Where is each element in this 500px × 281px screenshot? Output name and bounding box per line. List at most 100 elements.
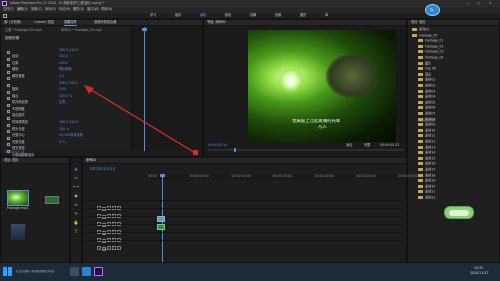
program-fit-dropdown[interactable]: 适合 xyxy=(346,143,352,148)
tab-lumetri-scopes[interactable]: Lumetri 范围 xyxy=(34,20,54,25)
project-item[interactable]: 素材04 xyxy=(418,95,435,99)
track-label[interactable]: A3 xyxy=(102,247,106,251)
menu-window[interactable]: 窗口(W) xyxy=(87,7,99,12)
menu-file[interactable]: 文件(F) xyxy=(3,7,14,12)
media-thumbnail-2[interactable] xyxy=(45,196,59,204)
effect-property-value[interactable]: 正常 xyxy=(59,101,65,105)
workspace-graphics[interactable]: 图形 xyxy=(300,14,306,18)
mute-icon[interactable] xyxy=(117,246,121,250)
home-icon[interactable] xyxy=(3,14,7,18)
task-view-icon[interactable] xyxy=(70,267,79,276)
project-item[interactable]: 图片 xyxy=(418,61,431,66)
effect-property-value[interactable]: 100.0 xyxy=(59,55,68,59)
timeline-ruler[interactable]: 00:00 00:00:05:00 00:00:10:00 00:00:15:00 00… xyxy=(148,174,417,180)
project-item[interactable]: Clip 06 xyxy=(418,67,436,71)
selection-tool-icon[interactable]: ▲ xyxy=(73,166,79,171)
effect-property-value[interactable]: 100 % xyxy=(59,127,69,132)
workspace-libraries[interactable]: 库 xyxy=(325,14,328,18)
project-item[interactable]: 序列01 xyxy=(412,28,429,32)
project-item[interactable]: 素材13 xyxy=(418,145,435,150)
effect-property-value[interactable]: 100.0 xyxy=(59,61,68,66)
effect-property-value[interactable]: 0.0 xyxy=(59,74,64,79)
project-item[interactable]: 音乐 xyxy=(418,72,431,77)
edge-icon[interactable] xyxy=(82,267,91,276)
project-item[interactable]: 素材20 xyxy=(418,184,435,189)
effect-property-value[interactable]: 等比缩放 xyxy=(59,68,72,72)
close-button[interactable]: ✕ xyxy=(489,1,492,6)
clip-v1[interactable] xyxy=(157,216,165,222)
tab-project[interactable]: 项目: 图片 xyxy=(411,20,426,25)
workspace-color[interactable]: 颜色 xyxy=(225,14,231,18)
project-item[interactable]: 素材01 xyxy=(418,78,435,82)
effect-property-value[interactable]: 360.0 240.0 xyxy=(59,121,78,125)
effect-property-value[interactable]: 360.0 240.0 xyxy=(59,48,78,53)
tab-media-bin[interactable]: 项目: 图片 xyxy=(4,158,19,163)
menu-edit[interactable]: 编辑(E) xyxy=(17,7,28,12)
project-item[interactable]: Footage_03 xyxy=(418,50,443,54)
menu-help[interactable]: 帮助(H) xyxy=(101,7,112,12)
maximize-button[interactable]: □ xyxy=(477,1,480,6)
project-item[interactable]: 素材08 xyxy=(418,117,436,122)
effect-property-value[interactable]: 100.0 % xyxy=(59,94,72,99)
project-item[interactable]: Footage_01 xyxy=(418,39,443,43)
project-item[interactable]: Footage_02 xyxy=(418,44,443,49)
eye-icon[interactable] xyxy=(112,246,116,250)
floating-browser-icon[interactable]: S xyxy=(425,4,440,16)
effect-property-value[interactable]: 0 % xyxy=(59,140,65,145)
project-item[interactable]: 素材16 xyxy=(418,162,435,166)
tab-program[interactable]: 节目: 序列01 xyxy=(207,20,226,25)
razor-tool-icon[interactable]: ◆ xyxy=(73,193,79,198)
ripple-edit-icon[interactable]: ⟷ xyxy=(73,184,79,189)
hand-tool-icon[interactable]: ✋ xyxy=(73,220,79,225)
menu-sequence[interactable]: 序列(S) xyxy=(45,7,56,12)
effect-timecode[interactable]: 00:00:03:14 xyxy=(5,150,24,155)
project-item[interactable]: 素材17 xyxy=(418,168,435,172)
program-scrubber[interactable] xyxy=(208,148,404,152)
project-item[interactable]: 素材10 xyxy=(418,128,435,133)
taskbar-search[interactable]: 在这里输入你要搜索的内容 xyxy=(16,270,66,276)
track-lock-icon[interactable] xyxy=(97,246,101,250)
windows-start-icon[interactable] xyxy=(3,267,12,276)
project-item[interactable]: 素材03 xyxy=(418,89,435,94)
premiere-taskbar-icon[interactable] xyxy=(94,267,103,276)
project-item[interactable]: 素材19 xyxy=(418,179,435,183)
tab-source[interactable]: 源: (无剪辑) xyxy=(4,20,21,25)
workspace-assembly[interactable]: 组件 xyxy=(175,14,181,18)
effect-property-value[interactable]: 360.0 240.0 xyxy=(59,81,78,86)
pen-tool-icon[interactable]: ✎ xyxy=(73,211,79,216)
menu-marker[interactable]: 标记(M) xyxy=(59,7,71,12)
type-tool-icon[interactable]: T xyxy=(73,229,79,234)
project-item[interactable]: 素材05 xyxy=(418,100,435,105)
workspace-learn[interactable]: 学习 xyxy=(150,14,156,18)
project-item[interactable]: 素材22 xyxy=(418,196,435,200)
timeline-playhead-handle[interactable] xyxy=(160,174,165,177)
playhead-handle[interactable] xyxy=(142,28,147,31)
project-item[interactable]: 素材21 xyxy=(418,190,435,194)
project-item[interactable]: 素材18 xyxy=(418,173,435,178)
media-thumbnail[interactable] xyxy=(7,190,29,206)
sync-lock-icon[interactable] xyxy=(107,246,111,250)
minimize-button[interactable]: — xyxy=(466,1,469,6)
menu-graphics[interactable]: 图形(G) xyxy=(73,7,84,12)
scrubber-playhead[interactable] xyxy=(234,148,236,152)
timeline-timecode[interactable]: 00:00:03:14 xyxy=(90,167,116,171)
project-item[interactable]: 素材11 xyxy=(418,134,435,138)
program-quality-dropdown[interactable]: 完整 xyxy=(364,143,370,148)
tab-audio-mixer[interactable]: 音频剪辑混合器 xyxy=(94,20,116,25)
tab-effect-controls[interactable]: 效果控件 xyxy=(64,20,77,26)
menu-clip[interactable]: 剪辑(C) xyxy=(31,7,42,12)
project-item[interactable]: 素材14 xyxy=(418,151,435,155)
workspace-effects[interactable]: 效果 xyxy=(250,14,256,18)
media-thumbnail-3[interactable] xyxy=(11,224,25,240)
project-item[interactable]: 素材02 xyxy=(418,84,435,88)
project-item[interactable]: 素材09 xyxy=(418,123,435,127)
project-item[interactable]: 素材12 xyxy=(418,140,435,144)
effect-property-row[interactable]: 等比缩放 xyxy=(1,68,131,81)
workspace-editing[interactable]: 编辑 xyxy=(200,14,206,18)
workspace-audio[interactable]: 音频 xyxy=(275,14,281,18)
clip-a1[interactable] xyxy=(157,224,165,230)
project-item[interactable]: 素材07 xyxy=(418,112,435,116)
gamepad-overlay[interactable] xyxy=(444,206,474,219)
program-timecode-current[interactable]: 00:00:03:14 xyxy=(208,143,227,148)
effect-property-value[interactable]: 0.00 xyxy=(59,88,66,92)
